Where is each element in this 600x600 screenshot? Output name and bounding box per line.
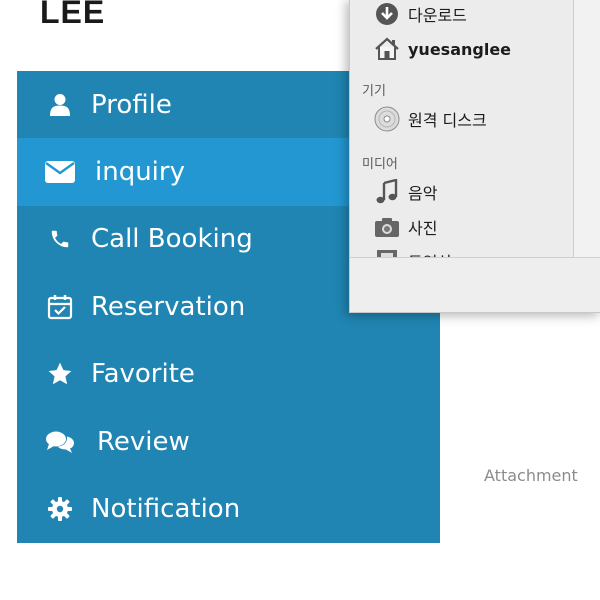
user-name: LEE [40,0,106,30]
dialog-bottom-bar [350,257,600,312]
sidebar-item-label: Profile [91,89,172,120]
star-icon [45,359,75,389]
attachment-label: Attachment [484,466,578,485]
camera-icon [374,214,400,240]
sidebar-item-review[interactable]: Review [17,408,440,475]
sidebar-item-notification[interactable]: Notification [17,475,440,542]
envelope-icon [45,157,75,187]
user-icon [45,90,75,120]
place-home[interactable]: yuesanglee [374,35,511,63]
download-icon [374,1,400,27]
file-list-pane[interactable] [574,0,600,257]
device-remote-disc[interactable]: 원격 디스크 [374,105,487,133]
media-music[interactable]: 음악 [374,178,437,206]
music-icon [374,179,400,205]
places-sidebar: 다운로드 yuesanglee 기기 원격 디스크 미디어 음악 사진 [350,0,574,258]
media-photos[interactable]: 사진 [374,213,437,241]
sidebar-item-label: Reservation [91,291,246,322]
place-label: yuesanglee [408,39,512,59]
gear-icon [45,494,75,524]
sidebar-item-label: Call Booking [91,224,253,255]
sidebar-item-label: Favorite [91,359,195,390]
file-chooser-dialog: 다운로드 yuesanglee 기기 원격 디스크 미디어 음악 사진 [349,0,600,313]
sidebar-item-label: Review [97,426,190,457]
calendar-check-icon [45,292,75,322]
place-downloads[interactable]: 다운로드 [374,0,467,28]
home-icon [374,36,400,62]
sidebar-item-favorite[interactable]: Favorite [17,341,440,408]
phone-icon [45,224,75,254]
media-label: 음악 [408,184,438,203]
sidebar-item-label: Notification [91,494,241,525]
media-section-header: 미디어 [362,157,398,172]
sidebar-item-label: inquiry [95,157,185,188]
place-label: 다운로드 [408,6,467,25]
media-label: 사진 [408,219,438,238]
comments-icon [45,427,75,457]
disc-icon [374,106,400,132]
device-label: 원격 디스크 [408,111,487,130]
devices-section-header: 기기 [362,84,386,99]
